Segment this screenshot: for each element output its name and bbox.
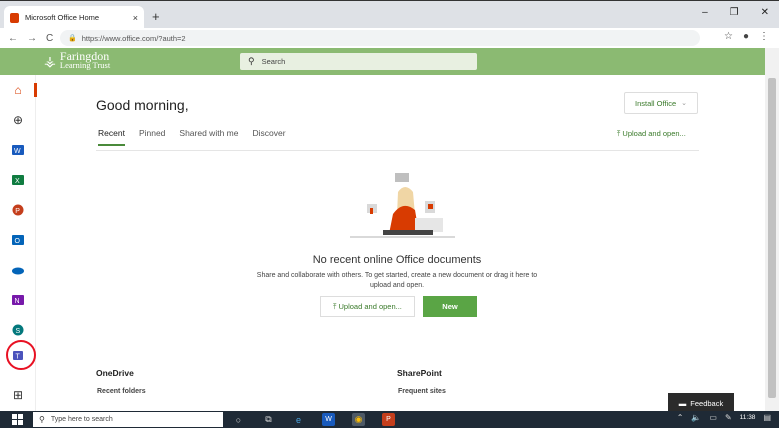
- powerpoint-icon[interactable]: P: [10, 202, 26, 218]
- org-logo[interactable]: ⚶ Faringdon Learning Trust: [44, 50, 111, 70]
- taskbar-search-placeholder: Type here to search: [50, 416, 113, 423]
- address-bar: ← → C 🔒 https://www.office.com/?auth=2 ☆…: [0, 28, 779, 48]
- frequent-sites-label: Frequent sites: [398, 388, 446, 395]
- svg-text:X: X: [15, 178, 20, 185]
- svg-text:W: W: [14, 148, 21, 155]
- recent-folders-label: Recent folders: [97, 388, 146, 395]
- chevron-up-icon[interactable]: ⌃: [677, 413, 684, 422]
- chevron-down-icon: ⌄: [681, 100, 687, 107]
- feedback-button[interactable]: ▬ Feedback: [668, 393, 734, 413]
- new-document-button[interactable]: New: [423, 296, 477, 317]
- lock-icon: 🔒: [68, 35, 77, 42]
- tab-shared[interactable]: Shared with me: [179, 128, 238, 146]
- minimize-button[interactable]: –: [702, 7, 708, 18]
- taskbar-apps: ○ ⧉ e W ◉ P: [232, 413, 395, 426]
- task-view-icon[interactable]: ⧉: [262, 413, 275, 426]
- pen-icon[interactable]: ✎: [725, 413, 732, 422]
- teams-highlight-circle: [6, 340, 36, 370]
- back-icon[interactable]: ←: [8, 33, 18, 44]
- tab-discover[interactable]: Discover: [252, 128, 285, 146]
- window-controls: – ❐ ✕: [702, 7, 769, 18]
- excel-icon[interactable]: X: [10, 172, 26, 188]
- browser-tabstrip: Microsoft Office Home × + – ❐ ✕: [0, 0, 779, 29]
- home-icon[interactable]: ⌂: [10, 82, 26, 98]
- url-field[interactable]: 🔒 https://www.office.com/?auth=2: [60, 30, 700, 46]
- close-tab-icon[interactable]: ×: [133, 13, 138, 23]
- cortana-icon[interactable]: ○: [232, 413, 245, 426]
- main-content: Good morning, Install Office ⌄ Recent Pi…: [37, 75, 765, 413]
- logo-figure-icon: ⚶: [44, 52, 56, 69]
- browser-menu-icon[interactable]: ⋮: [759, 31, 769, 42]
- create-icon[interactable]: ⊕: [10, 112, 26, 128]
- onenote-icon[interactable]: N: [10, 292, 26, 308]
- system-tray: ⌃ 🔈 ▭ ✎ 11:38 ▤: [677, 413, 771, 422]
- feedback-icon: ▬: [678, 398, 687, 408]
- reload-icon[interactable]: C: [46, 33, 53, 44]
- logo-line-2: Learning Trust: [59, 60, 111, 70]
- sharepoint-section-title: SharePoint: [397, 368, 442, 378]
- outlook-icon[interactable]: O: [10, 232, 26, 248]
- network-icon[interactable]: ▭: [709, 413, 717, 422]
- powerpoint-taskbar-icon[interactable]: P: [382, 413, 395, 426]
- volume-icon[interactable]: 🔈: [691, 413, 701, 422]
- taskbar-search-input[interactable]: ⚲ Type here to search: [33, 412, 223, 427]
- restore-button[interactable]: ❐: [730, 7, 739, 18]
- doc-tabs: Recent Pinned Shared with me Discover: [98, 128, 286, 146]
- upload-and-open-button[interactable]: ⤒ Upload and open...: [320, 296, 415, 317]
- notifications-icon[interactable]: ▤: [763, 413, 771, 422]
- search-icon: ⚲: [39, 415, 45, 424]
- onedrive-icon[interactable]: [10, 262, 26, 278]
- address-bar-actions: ☆ ● ⋮: [724, 31, 769, 42]
- close-window-button[interactable]: ✕: [761, 7, 769, 18]
- office-favicon-icon: [10, 12, 19, 23]
- tab-recent[interactable]: Recent: [98, 128, 125, 146]
- new-tab-button[interactable]: +: [152, 9, 160, 24]
- url-text: https://www.office.com/?auth=2: [81, 33, 186, 43]
- apps-icon[interactable]: ⊞: [10, 387, 26, 403]
- svg-text:P: P: [15, 208, 20, 215]
- clock[interactable]: 11:38: [740, 414, 756, 421]
- app-rail: ⌂ ⊕ W X P O N S T ⊞: [0, 75, 37, 411]
- redacted-name: [189, 95, 251, 117]
- office-header: ⚶ Faringdon Learning Trust ⚲ Search: [0, 48, 765, 75]
- sharepoint-icon[interactable]: S: [10, 322, 26, 338]
- empty-state-title: No recent online Office documents: [312, 254, 482, 266]
- onedrive-section-title: OneDrive: [96, 368, 134, 378]
- word-icon[interactable]: W: [10, 142, 26, 158]
- svg-text:O: O: [15, 238, 21, 245]
- search-icon: ⚲: [248, 56, 255, 66]
- forward-icon[interactable]: →: [27, 33, 37, 44]
- feedback-label: Feedback: [690, 398, 724, 408]
- tab-title: Microsoft Office Home: [25, 13, 100, 22]
- svg-text:N: N: [15, 298, 20, 305]
- bookmark-star-icon[interactable]: ☆: [724, 31, 733, 42]
- search-placeholder: Search: [261, 57, 286, 66]
- scrollbar-thumb[interactable]: [768, 78, 776, 398]
- upload-button-label: Upload and open...: [338, 302, 402, 311]
- divider: [96, 150, 699, 151]
- install-office-label: Install Office: [634, 98, 677, 108]
- upload-open-label: Upload and open...: [622, 129, 686, 138]
- word-taskbar-icon[interactable]: W: [322, 413, 335, 426]
- empty-state-description: Share and collaborate with others. To ge…: [256, 272, 538, 289]
- empty-state-illustration: [350, 173, 455, 238]
- screen: Microsoft Office Home × + – ❐ ✕ ← → C 🔒 …: [0, 0, 779, 428]
- page-title: Good morning,: [96, 97, 189, 113]
- windows-start-icon[interactable]: [12, 414, 23, 425]
- vertical-scrollbar[interactable]: [765, 48, 779, 411]
- tab-pinned[interactable]: Pinned: [139, 128, 165, 146]
- chrome-icon[interactable]: ◉: [352, 413, 365, 426]
- edge-icon[interactable]: e: [292, 413, 305, 426]
- profile-icon[interactable]: ●: [743, 31, 749, 42]
- install-office-button[interactable]: Install Office ⌄: [624, 92, 698, 114]
- windows-taskbar: ⚲ Type here to search ○ ⧉ e W ◉ P ⌃ 🔈 ▭ …: [0, 411, 779, 428]
- search-input[interactable]: ⚲ Search: [240, 53, 477, 70]
- upload-open-link[interactable]: ⤒ Upload and open...: [617, 129, 686, 139]
- svg-text:S: S: [16, 328, 21, 335]
- browser-tab[interactable]: Microsoft Office Home ×: [4, 6, 144, 29]
